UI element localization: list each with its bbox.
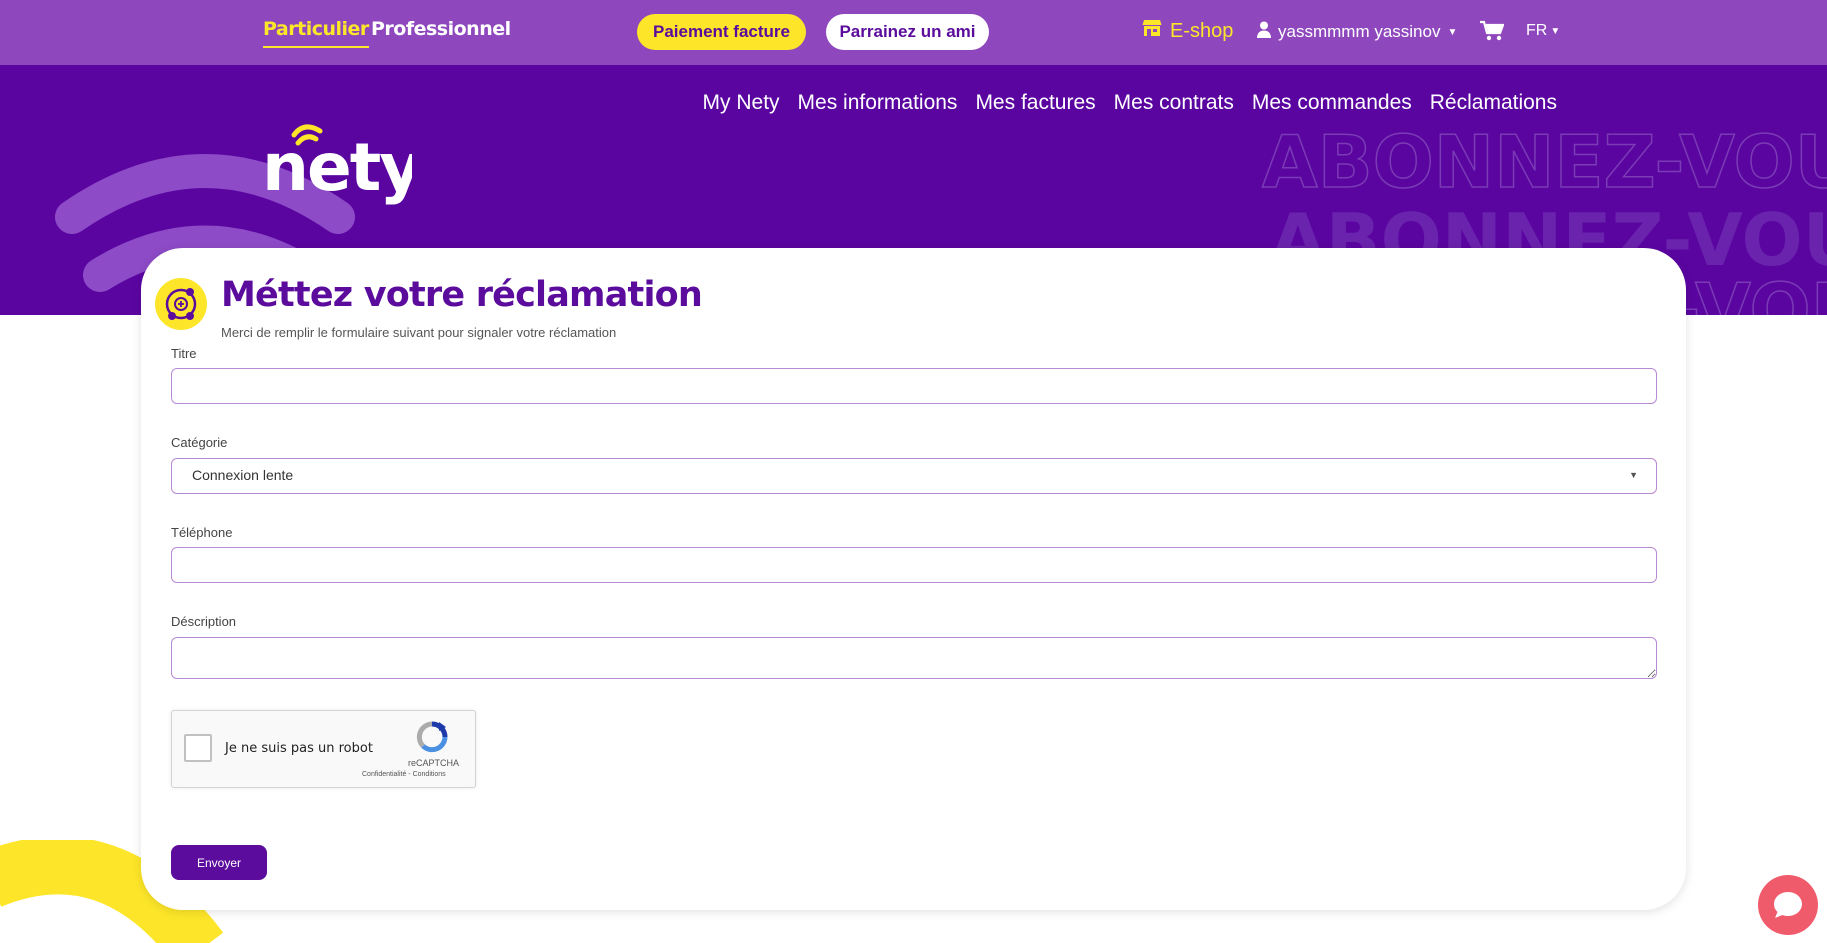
recaptcha-icon xyxy=(415,721,449,758)
segment-particulier[interactable]: Particulier xyxy=(263,18,369,48)
recaptcha-text: Je ne suis pas un robot xyxy=(225,741,373,756)
cart-icon[interactable] xyxy=(1480,20,1505,47)
submit-button[interactable]: Envoyer xyxy=(171,845,267,880)
page: Particulier Professionnel Paiement factu… xyxy=(0,0,1827,943)
user-icon xyxy=(1257,21,1271,43)
title-input[interactable] xyxy=(171,368,1657,404)
nav-reclamations[interactable]: Réclamations xyxy=(1430,91,1557,115)
segment-professionnel[interactable]: Professionnel xyxy=(371,18,511,40)
eshop-link[interactable]: E-shop xyxy=(1142,19,1233,43)
nav-mes-factures[interactable]: Mes factures xyxy=(975,91,1095,115)
complaint-icon xyxy=(155,278,207,330)
title-label: Titre xyxy=(171,346,197,361)
recaptcha-links[interactable]: Confidentialité - Conditions xyxy=(362,771,446,778)
user-name: yassmmmm yassinov xyxy=(1278,22,1441,41)
chevron-down-icon: ▼ xyxy=(1629,470,1638,480)
complaint-form-card: Méttez votre réclamation Merci de rempli… xyxy=(141,248,1686,910)
chevron-down-icon: ▼ xyxy=(1550,25,1561,37)
recaptcha-checkbox[interactable] xyxy=(184,734,212,762)
description-textarea[interactable] xyxy=(171,637,1657,679)
store-icon xyxy=(1142,19,1162,43)
recaptcha-brand: reCAPTCHA xyxy=(408,758,460,768)
phone-label: Téléphone xyxy=(171,525,233,540)
category-select[interactable]: Connexion lente ▼ xyxy=(171,458,1657,494)
main-nav: My Nety Mes informations Mes factures Me… xyxy=(703,91,1557,115)
category-label: Catégorie xyxy=(171,435,228,450)
category-value: Connexion lente xyxy=(192,467,294,483)
chat-icon[interactable] xyxy=(1758,875,1818,935)
user-menu[interactable]: yassmmmm yassinov ▼ xyxy=(1257,21,1457,43)
nav-my-nety[interactable]: My Nety xyxy=(703,91,780,115)
top-bar: Particulier Professionnel Paiement factu… xyxy=(0,0,1827,65)
nety-logo[interactable]: nety xyxy=(262,123,423,218)
pay-bill-button[interactable]: Paiement facture xyxy=(637,14,806,50)
recaptcha-widget: Je ne suis pas un robot reCAPTCHA Confid… xyxy=(171,710,476,788)
nav-mes-commandes[interactable]: Mes commandes xyxy=(1252,91,1412,115)
eshop-label: E-shop xyxy=(1170,19,1234,42)
page-title: Méttez votre réclamation xyxy=(221,275,703,315)
description-label: Déscription xyxy=(171,614,237,629)
nav-mes-informations[interactable]: Mes informations xyxy=(798,91,958,115)
nav-mes-contrats[interactable]: Mes contrats xyxy=(1114,91,1234,115)
language-label: FR xyxy=(1526,22,1548,39)
hero-bg-text: ABONNEZ-VOUS xyxy=(1262,120,1827,204)
logo-text: nety xyxy=(262,129,412,206)
refer-friend-button[interactable]: Parrainez un ami xyxy=(826,14,989,50)
language-selector[interactable]: FR ▼ xyxy=(1526,22,1560,40)
phone-input[interactable] xyxy=(171,547,1657,583)
chevron-down-icon: ▼ xyxy=(1447,26,1458,38)
page-subtitle: Merci de remplir le formulaire suivant p… xyxy=(221,325,617,340)
